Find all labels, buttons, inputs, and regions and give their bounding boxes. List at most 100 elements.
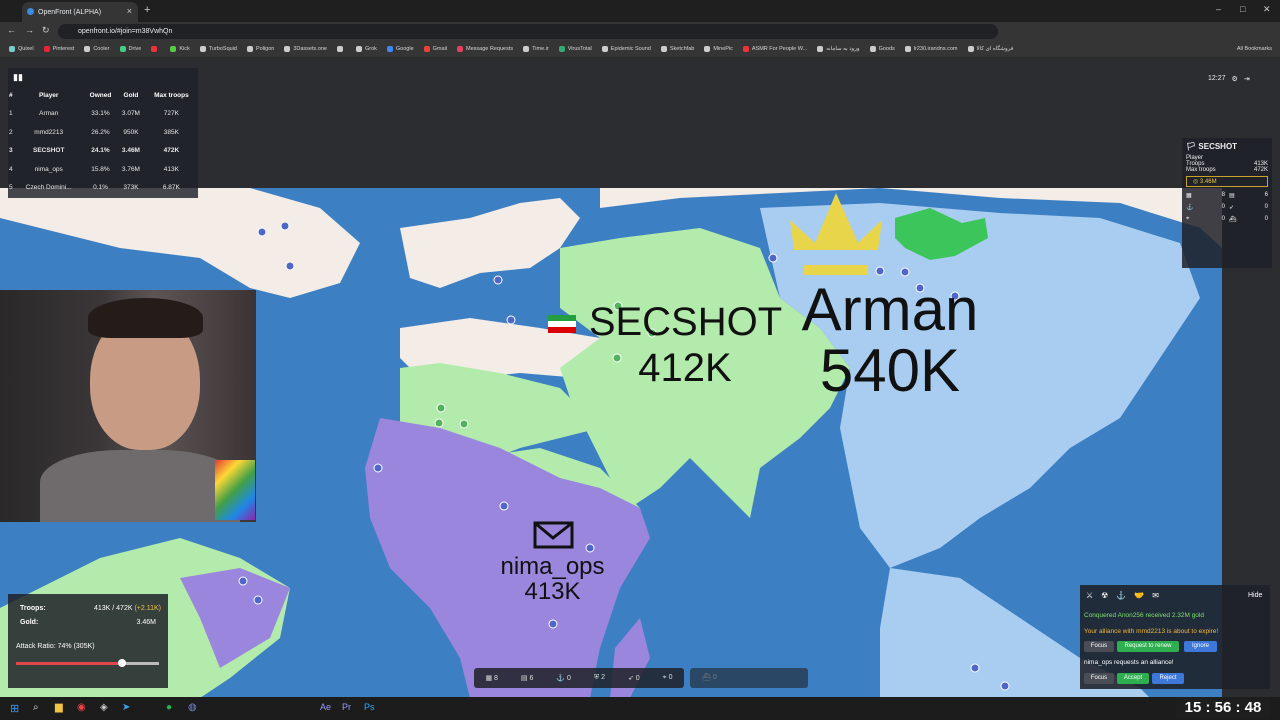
telegram-icon[interactable]: ➤ bbox=[122, 702, 130, 713]
troops-delta: (+2.11K) bbox=[134, 605, 161, 612]
all-bookmarks[interactable]: All Bookmarks bbox=[1232, 46, 1280, 52]
browser-tab[interactable]: OpenFront (ALPHA) × bbox=[22, 2, 138, 22]
photoshop-icon[interactable]: Ps bbox=[364, 702, 375, 712]
bookmark-label: Time.ir bbox=[532, 46, 549, 52]
bookmark-item[interactable]: Goods bbox=[865, 46, 900, 52]
bookmark-favicon-icon bbox=[119, 46, 126, 52]
nuke-icon[interactable]: ☢ bbox=[1101, 591, 1108, 600]
leaderboard-cell-gold: 373K bbox=[123, 184, 139, 192]
explorer-icon[interactable]: ▆ bbox=[55, 702, 63, 713]
forward-icon[interactable]: → bbox=[25, 25, 34, 35]
leaderboard-row[interactable]: 2 mmd2213 26.2% 950K 385K bbox=[8, 123, 198, 142]
leaderboard-row[interactable]: 3 SECSHOT 24.1% 3.46M 472K bbox=[8, 142, 198, 161]
leaderboard-cell-owned: 33.1% bbox=[91, 110, 110, 118]
sam-build-button[interactable]: ⌖ 0 bbox=[663, 674, 673, 682]
bookmark-label: 3Dassets.one bbox=[293, 46, 327, 52]
city-icon: ▦ bbox=[1186, 193, 1192, 199]
secshot-map-name: SECSHOT bbox=[588, 300, 783, 344]
bookmark-item[interactable]: Drive bbox=[115, 46, 147, 52]
minimize-icon[interactable]: – bbox=[1216, 4, 1221, 14]
leaderboard-header[interactable]: Gold bbox=[117, 86, 145, 105]
bookmark-item[interactable]: Message Requests bbox=[452, 46, 518, 52]
leaderboard-header[interactable]: Player bbox=[14, 86, 84, 105]
bookmark-item[interactable]: Pinterest bbox=[39, 46, 80, 52]
focus-button[interactable]: Focus bbox=[1084, 641, 1114, 652]
trade-icon[interactable]: ⚓ bbox=[1116, 591, 1126, 600]
bookmark-item[interactable]: 3Dassets.one bbox=[279, 46, 332, 52]
close-window-icon[interactable]: ✕ bbox=[1263, 4, 1271, 15]
bookmark-item[interactable]: lr230.irandns.com bbox=[900, 46, 963, 52]
warship-count: ⛴ 0 bbox=[702, 673, 717, 681]
bookmark-item[interactable] bbox=[332, 46, 351, 52]
bookmark-item[interactable]: MinePic bbox=[699, 46, 738, 52]
back-icon[interactable]: ← bbox=[7, 25, 16, 35]
bookmark-label: Cooler bbox=[93, 46, 110, 52]
warship-build-icon[interactable]: ⛴ bbox=[702, 674, 713, 681]
handshake-filter-icon[interactable]: 🤝 bbox=[1134, 591, 1144, 600]
aftereffects-icon[interactable]: Ae bbox=[320, 702, 331, 712]
leaderboard-cell-player: Czech Domini... bbox=[25, 184, 72, 192]
settings-gear-icon[interactable]: ⚙ bbox=[1232, 75, 1238, 83]
leaderboard-row[interactable]: 5 Czech Domini... 0.1% 373K 6.87K bbox=[8, 179, 198, 198]
bookmark-item[interactable]: Poligon bbox=[242, 46, 279, 52]
app-icon[interactable]: ◈ bbox=[100, 702, 108, 713]
ignore-button[interactable]: Ignore bbox=[1184, 641, 1217, 652]
bookmark-item[interactable]: VirusTotal bbox=[554, 46, 597, 52]
exit-icon[interactable]: ⇥ bbox=[1244, 75, 1250, 83]
bookmark-item[interactable]: TurboSquid bbox=[195, 46, 242, 52]
url-input[interactable]: openfront.io/#join=m38VwhQn bbox=[58, 24, 998, 39]
port-icon: ⚓ bbox=[1186, 205, 1194, 211]
start-icon[interactable]: ⊞ bbox=[10, 702, 19, 715]
discord-icon[interactable]: ◍ bbox=[188, 702, 197, 713]
accept-button[interactable]: Accept bbox=[1117, 673, 1149, 684]
close-tab-icon[interactable]: × bbox=[127, 6, 132, 16]
reload-icon[interactable]: ↻ bbox=[42, 25, 50, 36]
attack-ratio-knob[interactable] bbox=[117, 659, 126, 667]
leaderboard-row[interactable]: 1 Arman 33.1% 3.07M 727K bbox=[8, 105, 198, 124]
windows-taskbar: ⊞ ⌕ ▆ ◉ ◈ ➤ ● ◍ Ae Pr Ps bbox=[0, 697, 1280, 720]
chrome-icon[interactable]: ◉ bbox=[77, 702, 86, 713]
defense-build-button[interactable]: ⛨ 2 bbox=[594, 674, 605, 682]
bookmark-item[interactable]: فروشگاه ای کالا bbox=[963, 46, 1019, 52]
hide-button[interactable]: Hide bbox=[1248, 592, 1262, 599]
sword-icon[interactable]: ⚔ bbox=[1086, 591, 1093, 600]
bookmark-item[interactable]: Quixel bbox=[4, 46, 39, 52]
leaderboard-header[interactable]: Owned bbox=[84, 86, 117, 105]
bookmark-item[interactable]: Epidemic Sound bbox=[597, 46, 656, 52]
new-tab-icon[interactable]: + bbox=[144, 4, 150, 16]
chat-icon[interactable]: ✉ bbox=[1152, 591, 1159, 600]
reject-button[interactable]: Reject bbox=[1152, 673, 1184, 684]
bookmark-label: lr230.irandns.com bbox=[913, 46, 958, 52]
building-count-value: 0 bbox=[1221, 216, 1225, 222]
bookmark-item[interactable]: Grok bbox=[351, 46, 382, 52]
bookmark-item[interactable]: Gmail bbox=[419, 46, 452, 52]
bookmark-item[interactable]: Sketchfab bbox=[656, 46, 699, 52]
bookmark-item[interactable] bbox=[146, 46, 165, 52]
factory-build-button[interactable]: ▤ 6 bbox=[521, 674, 533, 682]
missile-build-button[interactable]: ➶ 0 bbox=[628, 674, 640, 682]
bookmark-item[interactable]: Kick bbox=[165, 46, 194, 52]
maximize-icon[interactable]: □ bbox=[1240, 4, 1245, 14]
search-icon[interactable]: ⌕ bbox=[33, 702, 39, 713]
leaderboard-cell-gold: 3.07M bbox=[121, 110, 140, 118]
bookmark-item[interactable]: ASMR For People W... bbox=[738, 46, 812, 52]
bookmark-item[interactable]: ورود به سامانه bbox=[812, 46, 864, 52]
bookmark-item[interactable]: Cooler bbox=[79, 46, 114, 52]
bookmark-label: ورود به سامانه bbox=[826, 46, 860, 52]
leaderboard-row[interactable]: 4 nima_ops 15.8% 3.76M 413K bbox=[8, 160, 198, 179]
bookmark-item[interactable]: Time.ir bbox=[518, 46, 554, 52]
bookmark-item[interactable]: Google bbox=[382, 46, 419, 52]
troops-label: Troops: bbox=[20, 605, 46, 612]
request-renew-button[interactable]: Request to renew bbox=[1117, 641, 1179, 652]
build-count: 0 bbox=[567, 675, 571, 682]
city-build-button[interactable]: ▦ 8 bbox=[485, 674, 497, 682]
port-build-button[interactable]: ⚓ 0 bbox=[556, 674, 571, 682]
leaderboard-header[interactable]: Max troops bbox=[145, 86, 198, 105]
focus-button-2[interactable]: Focus bbox=[1084, 673, 1114, 684]
attack-ratio-slider[interactable] bbox=[16, 659, 159, 667]
bookmark-favicon-icon bbox=[284, 46, 291, 52]
premiere-icon[interactable]: Pr bbox=[342, 702, 351, 712]
leaderboard-icon[interactable]: ▮▮ bbox=[13, 72, 23, 83]
bookmark-favicon-icon bbox=[170, 46, 177, 52]
spotify-icon[interactable]: ● bbox=[166, 702, 172, 713]
